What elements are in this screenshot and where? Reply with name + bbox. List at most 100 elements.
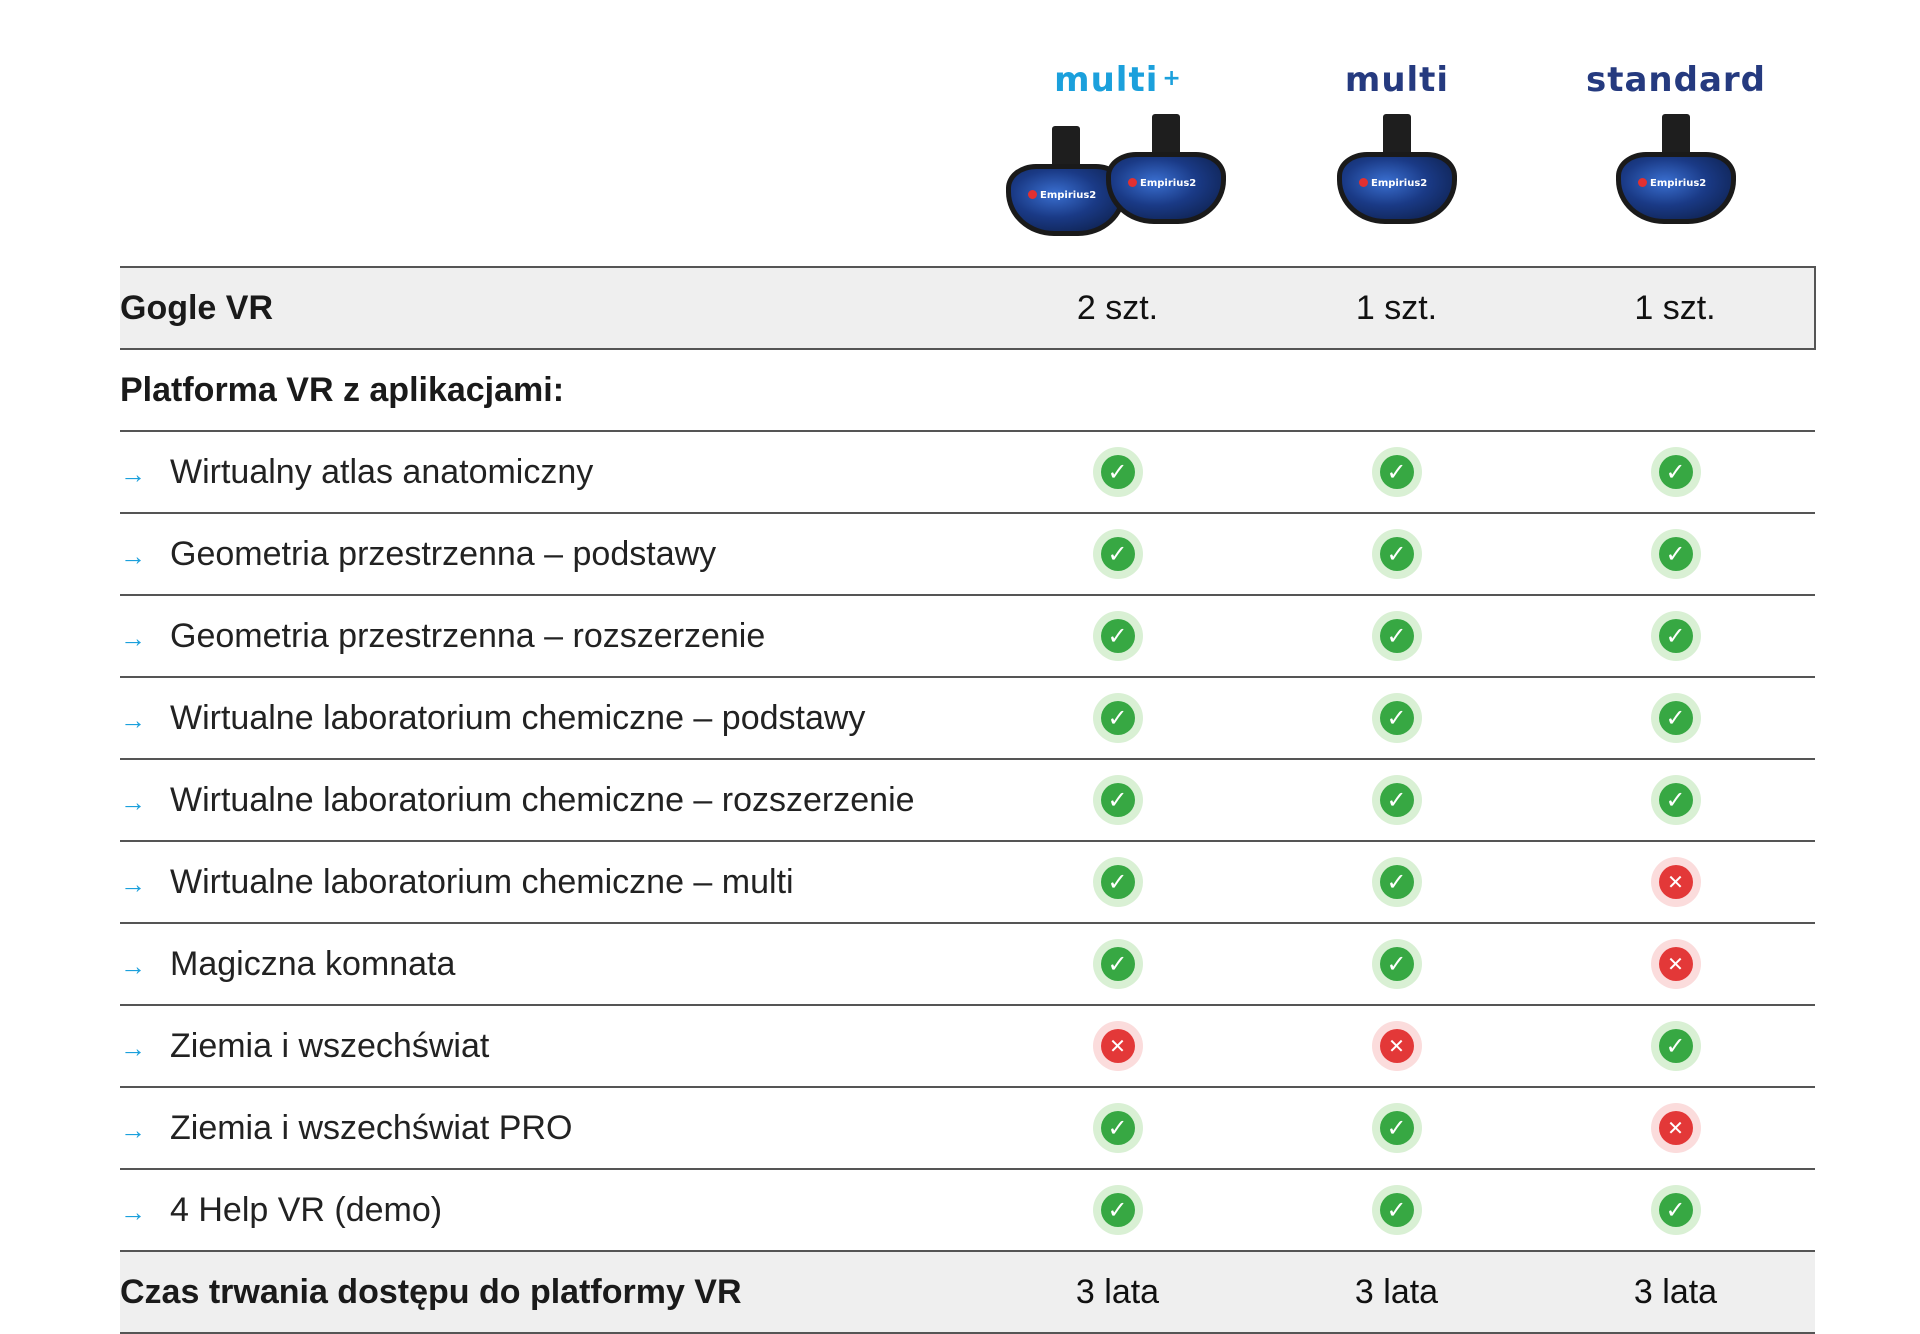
table-row: → Magiczna komnata ✓ ✓ ✕	[120, 923, 1815, 1006]
row-label: → Magiczna komnata	[120, 923, 978, 1006]
row-label: Gogle VR	[120, 266, 978, 350]
arrow-icon: →	[120, 786, 146, 817]
plan-name: multi +	[1054, 60, 1182, 100]
check-icon: ✓	[1650, 693, 1701, 743]
cross-icon: ✕	[1650, 1103, 1701, 1153]
arrow-icon: →	[120, 622, 146, 653]
availability-cell: ✕	[1536, 1087, 1815, 1170]
availability-cell: ✓	[978, 431, 1257, 514]
availability-cell: ✓	[1257, 513, 1536, 596]
availability-cell: ✕	[978, 1005, 1257, 1088]
cross-icon: ✕	[1092, 1021, 1143, 1071]
cross-icon: ✕	[1371, 1021, 1422, 1071]
availability-cell: ✕	[1536, 923, 1815, 1006]
availability-cell: ✓	[978, 1087, 1257, 1170]
app-name: Wirtualne laboratorium chemiczne – rozsz…	[170, 780, 915, 819]
vr-headset-images: Empirius2	[1257, 114, 1537, 244]
row-label: → 4 Help VR (demo)	[120, 1169, 978, 1252]
app-name: Wirtualne laboratorium chemiczne – podst…	[170, 698, 866, 737]
table-row: → Geometria przestrzenna – rozszerzenie ✓ ✓…	[120, 595, 1815, 678]
platform-heading-row: Platforma VR z aplikacjami:	[120, 349, 1815, 432]
table-row: → Wirtualne laboratorium chemiczne – pods…	[120, 677, 1815, 760]
availability-cell: ✓	[1536, 677, 1815, 760]
table-row: → 4 Help VR (demo) ✓ ✓ ✓	[120, 1169, 1815, 1252]
availability-cell: ✓	[978, 513, 1257, 596]
cell-value: 2 szt.	[978, 266, 1257, 350]
vr-headset-images: Empirius2	[1536, 114, 1816, 244]
check-icon: ✓	[1650, 529, 1701, 579]
check-icon: ✓	[1092, 1103, 1143, 1153]
check-icon: ✓	[1650, 1021, 1701, 1071]
plan-multi: multi Empirius2	[1257, 60, 1537, 244]
check-icon: ✓	[1371, 611, 1422, 661]
availability-cell: ✓	[978, 759, 1257, 842]
availability-cell: ✓	[1536, 431, 1815, 514]
check-icon: ✓	[1092, 529, 1143, 579]
check-icon: ✓	[1650, 611, 1701, 661]
check-icon: ✓	[1371, 857, 1422, 907]
availability-cell: ✓	[978, 923, 1257, 1006]
check-icon: ✓	[1092, 1185, 1143, 1235]
app-name: Geometria przestrzenna – rozszerzenie	[170, 616, 766, 655]
app-name: Ziemia i wszechświat	[170, 1026, 490, 1065]
availability-cell: ✓	[1257, 841, 1536, 924]
check-icon: ✓	[1371, 1185, 1422, 1235]
availability-cell: ✓	[978, 1169, 1257, 1252]
vr-headset-images: Empirius2 Empirius2	[978, 114, 1258, 244]
table-row: → Wirtualne laboratorium chemiczne – rozs…	[120, 759, 1815, 842]
row-label: → Wirtualne laboratorium chemiczne – mult…	[120, 841, 978, 924]
plan-header: multi + Empirius2 Empirius2 multi Empiriu…	[0, 0, 1920, 265]
check-icon: ✓	[1371, 447, 1422, 497]
section-heading: Platforma VR z aplikacjami:	[120, 349, 1815, 432]
check-icon: ✓	[1650, 1185, 1701, 1235]
row-label: → Ziemia i wszechświat PRO	[120, 1087, 978, 1170]
availability-cell: ✓	[978, 841, 1257, 924]
availability-cell: ✕	[1536, 841, 1815, 924]
row-label: → Wirtualne laboratorium chemiczne – pods…	[120, 677, 978, 760]
app-name: Geometria przestrzenna – podstawy	[170, 534, 717, 573]
availability-cell: ✓	[1257, 431, 1536, 514]
row-label: Czas trwania dostępu do platformy VR	[120, 1251, 978, 1334]
check-icon: ✓	[1650, 775, 1701, 825]
app-name: Wirtualny atlas anatomiczny	[170, 452, 594, 491]
plan-multi-plus: multi + Empirius2 Empirius2	[978, 60, 1258, 244]
goggles-row: Gogle VR 2 szt. 1 szt. 1 szt.	[120, 266, 1816, 350]
availability-cell: ✓	[978, 595, 1257, 678]
availability-cell: ✓	[1536, 595, 1815, 678]
plan-standard: standard Empirius2	[1536, 60, 1816, 244]
availability-cell: ✓	[1257, 923, 1536, 1006]
row-label: → Geometria przestrzenna – rozszerzenie	[120, 595, 978, 678]
check-icon: ✓	[1371, 529, 1422, 579]
cross-icon: ✕	[1650, 939, 1701, 989]
check-icon: ✓	[1092, 447, 1143, 497]
row-label: → Wirtualny atlas anatomiczny	[120, 431, 978, 514]
cell-value: 1 szt.	[1257, 266, 1536, 350]
arrow-icon: →	[120, 540, 146, 571]
availability-cell: ✓	[1257, 677, 1536, 760]
app-name: Magiczna komnata	[170, 944, 456, 983]
cell-value: 1 szt.	[1536, 266, 1816, 350]
availability-cell: ✓	[1257, 1087, 1536, 1170]
availability-cell: ✕	[1257, 1005, 1536, 1088]
check-icon: ✓	[1371, 1103, 1422, 1153]
vr-headset-icon: Empirius2	[1106, 114, 1226, 229]
table-row: → Geometria przestrzenna – podstawy ✓ ✓ ✓	[120, 513, 1815, 596]
check-icon: ✓	[1371, 693, 1422, 743]
row-label: → Ziemia i wszechświat	[120, 1005, 978, 1088]
comparison-table: Gogle VR 2 szt. 1 szt. 1 szt. Platforma …	[120, 266, 1816, 1334]
arrow-icon: →	[120, 950, 146, 981]
check-icon: ✓	[1650, 447, 1701, 497]
vr-headset-icon: Empirius2	[1337, 114, 1457, 229]
availability-cell: ✓	[1536, 759, 1815, 842]
plan-name: standard	[1585, 60, 1767, 100]
table-row: → Ziemia i wszechświat ✕ ✕ ✓	[120, 1005, 1815, 1088]
app-name: 4 Help VR (demo)	[170, 1190, 443, 1229]
cross-icon: ✕	[1650, 857, 1701, 907]
table-row: → Wirtualne laboratorium chemiczne – mult…	[120, 841, 1815, 924]
arrow-icon: →	[120, 1196, 146, 1227]
arrow-icon: →	[120, 868, 146, 899]
row-label: → Geometria przestrzenna – podstawy	[120, 513, 978, 596]
check-icon: ✓	[1092, 611, 1143, 661]
availability-cell: ✓	[1536, 1169, 1815, 1252]
cell-value: 3 lata	[978, 1251, 1257, 1334]
